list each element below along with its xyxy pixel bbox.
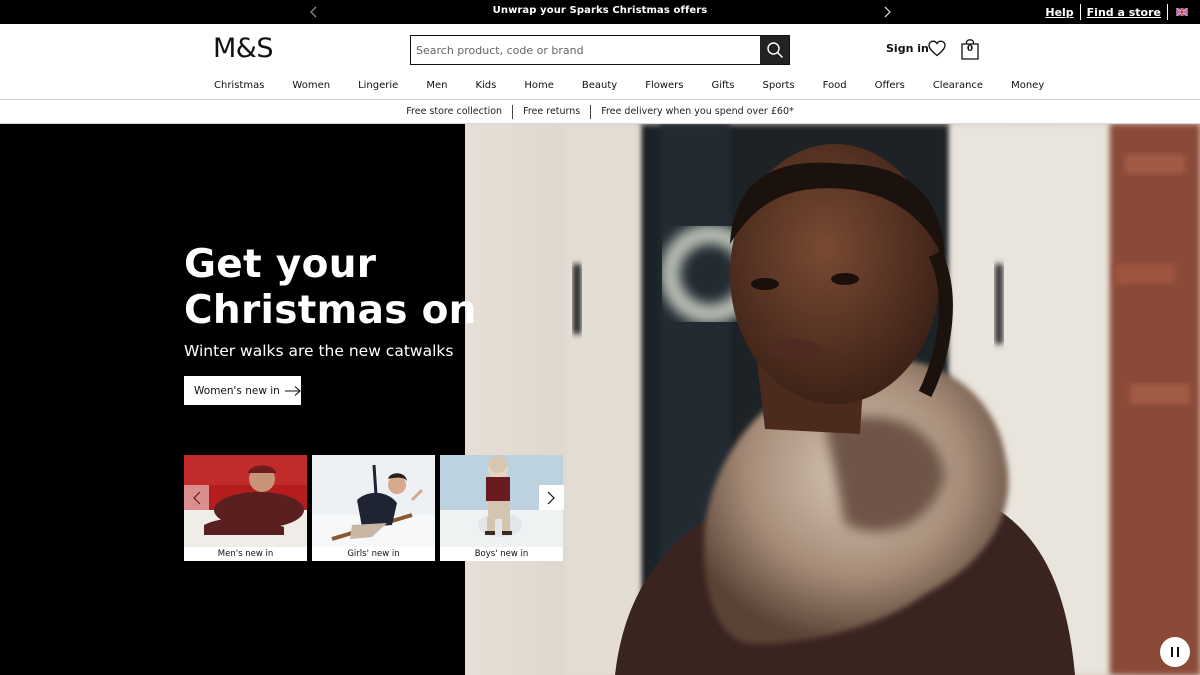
hero-title-line: Christmas on bbox=[184, 288, 477, 333]
card-image bbox=[312, 455, 435, 547]
arrow-right-icon bbox=[284, 385, 301, 396]
usp-free-delivery[interactable]: Free delivery when you spend over £60* bbox=[591, 106, 803, 117]
card-label: Boys' new in bbox=[474, 549, 529, 559]
chevron-right-icon bbox=[884, 6, 891, 18]
ms-logo[interactable]: M&S bbox=[213, 33, 274, 64]
search-bar bbox=[410, 35, 790, 65]
card-label: Girls' new in bbox=[347, 549, 400, 559]
button-label: Women's new in bbox=[194, 384, 280, 397]
hero-subtitle: Winter walks are the new catwalks bbox=[184, 342, 454, 360]
find-store-link[interactable]: Find a store bbox=[1081, 6, 1167, 19]
divider bbox=[1167, 4, 1168, 20]
hero-image[interactable] bbox=[465, 124, 1200, 675]
category-carousel: Men's new in Girls' new in Boys' new in bbox=[184, 455, 568, 561]
nav-lingerie[interactable]: Lingerie bbox=[358, 80, 398, 94]
chevron-right-icon bbox=[547, 491, 555, 504]
nav-gifts[interactable]: Gifts bbox=[712, 80, 735, 94]
heart-icon[interactable] bbox=[928, 40, 946, 57]
nav-men[interactable]: Men bbox=[426, 80, 447, 94]
pause-icon bbox=[1171, 647, 1179, 657]
card-girls-new-in[interactable]: Girls' new in bbox=[312, 455, 435, 561]
search-icon bbox=[766, 42, 783, 59]
nav-food[interactable]: Food bbox=[823, 80, 847, 94]
hero-title-line: Get your bbox=[184, 242, 377, 287]
usp-free-returns[interactable]: Free returns bbox=[513, 106, 590, 117]
search-input[interactable] bbox=[411, 36, 760, 64]
nav-beauty[interactable]: Beauty bbox=[582, 80, 617, 94]
card-label: Men's new in bbox=[217, 549, 274, 559]
site-header: M&S Sign in 0 Christmas Women Lingerie M… bbox=[0, 24, 1200, 100]
carousel-prev-button[interactable] bbox=[184, 485, 209, 510]
nav-sports[interactable]: Sports bbox=[763, 80, 795, 94]
nav-money[interactable]: Money bbox=[1011, 80, 1044, 94]
hero-banner: Get your Christmas on Winter walks are t… bbox=[0, 124, 1200, 675]
womens-new-in-button[interactable]: Women's new in bbox=[184, 376, 301, 405]
promo-text[interactable]: Unwrap your Sparks Christmas offers bbox=[0, 5, 1200, 16]
hero-photo-illustration bbox=[465, 124, 1200, 675]
main-nav: Christmas Women Lingerie Men Kids Home B… bbox=[205, 80, 1044, 94]
bag-count: 0 bbox=[966, 44, 974, 54]
nav-flowers[interactable]: Flowers bbox=[645, 80, 683, 94]
nav-offers[interactable]: Offers bbox=[875, 80, 905, 94]
usp-bar: Free store collection Free returns Free … bbox=[0, 100, 1200, 124]
nav-clearance[interactable]: Clearance bbox=[933, 80, 983, 94]
sign-in-link[interactable]: Sign in bbox=[886, 42, 929, 55]
help-link[interactable]: Help bbox=[1039, 6, 1079, 19]
carousel-next-button[interactable] bbox=[539, 485, 564, 510]
nav-home[interactable]: Home bbox=[524, 80, 554, 94]
pause-button[interactable] bbox=[1160, 637, 1190, 667]
nav-women[interactable]: Women bbox=[292, 80, 330, 94]
promo-bar: Unwrap your Sparks Christmas offers Help… bbox=[0, 0, 1200, 24]
nav-kids[interactable]: Kids bbox=[475, 80, 496, 94]
search-button[interactable] bbox=[760, 36, 789, 64]
usp-store-collection[interactable]: Free store collection bbox=[396, 106, 512, 117]
promo-next-arrow[interactable] bbox=[881, 3, 895, 21]
chevron-left-icon bbox=[193, 491, 201, 504]
hero-title: Get your Christmas on bbox=[184, 242, 477, 334]
uk-flag-icon[interactable] bbox=[1176, 8, 1188, 16]
utility-links: Help Find a store bbox=[1039, 0, 1190, 24]
nav-christmas[interactable]: Christmas bbox=[214, 80, 264, 94]
card-illustration bbox=[312, 455, 435, 547]
